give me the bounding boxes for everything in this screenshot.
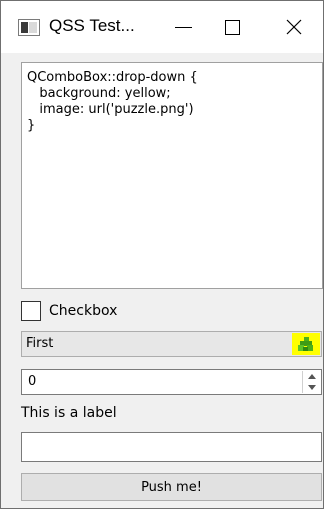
window-title: QSS Test... [49, 16, 135, 35]
combo-selected-value: First [26, 336, 54, 351]
checkbox-box[interactable] [21, 301, 41, 321]
close-icon [286, 19, 302, 35]
minimize-icon [174, 26, 192, 28]
chevron-up-icon [307, 374, 316, 379]
line-edit[interactable] [21, 432, 322, 462]
checkbox[interactable]: Checkbox [21, 298, 117, 324]
spin-arrows [302, 371, 320, 393]
puzzle-icon [298, 337, 313, 351]
maximize-button[interactable] [207, 1, 257, 53]
chevron-down-icon [307, 385, 316, 390]
main-window: QSS Test... QComboBox::drop-down { backg… [0, 0, 324, 509]
push-button[interactable]: Push me! [21, 473, 322, 501]
checkbox-label: Checkbox [49, 303, 118, 319]
app-icon [18, 19, 40, 36]
combo-box[interactable]: First [21, 331, 322, 357]
spin-box[interactable]: 0 [21, 369, 322, 395]
spin-up-button[interactable] [303, 371, 320, 382]
spin-down-button[interactable] [303, 382, 320, 393]
text-editor[interactable]: QComboBox::drop-down { background: yello… [21, 62, 323, 289]
editor-content: QComboBox::drop-down { background: yello… [27, 70, 198, 133]
static-label: This is a label [21, 405, 117, 421]
combo-drop-down[interactable] [292, 333, 320, 355]
spin-value: 0 [28, 374, 37, 389]
title-bar[interactable]: QSS Test... [1, 1, 323, 53]
maximize-icon [224, 19, 240, 35]
minimize-button[interactable] [158, 1, 208, 53]
close-button[interactable] [269, 1, 319, 53]
